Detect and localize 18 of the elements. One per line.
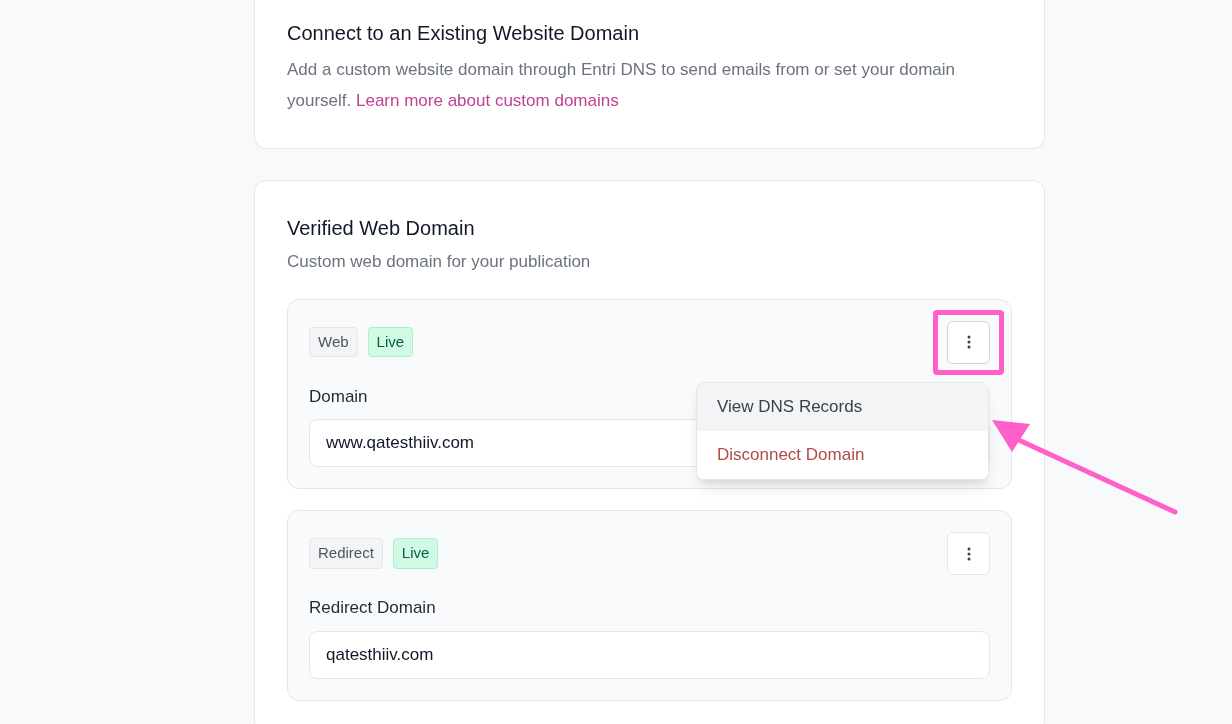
field-label: Redirect Domain [309, 597, 436, 619]
more-icon [966, 335, 971, 349]
menu-item[interactable]: View DNS Records [697, 382, 988, 431]
card-description: Add a custom website domain through Entri DNS to send emails from or set your domain yourself. Learn more about custom domains [287, 59, 957, 112]
type-badge: Web [309, 326, 358, 358]
learn-more-link[interactable]: Learn more about custom domains [356, 91, 619, 110]
field-label: Domain [309, 385, 368, 408]
card-title: Verified Web Domain [287, 216, 476, 241]
status-badge: Live [392, 538, 439, 569]
type-badge: Redirect [309, 538, 383, 569]
domain-input[interactable]: qatesthiiv.com [309, 630, 990, 679]
card-subtitle: Custom web domain for your publication [287, 251, 592, 273]
status-badge: Live [367, 326, 414, 358]
more-icon [966, 546, 971, 561]
more-button[interactable] [947, 532, 990, 575]
menu-item[interactable]: Disconnect Domain [697, 430, 988, 479]
more-button[interactable] [947, 320, 990, 364]
card-title: Connect to an Existing Website Domain [287, 21, 641, 46]
